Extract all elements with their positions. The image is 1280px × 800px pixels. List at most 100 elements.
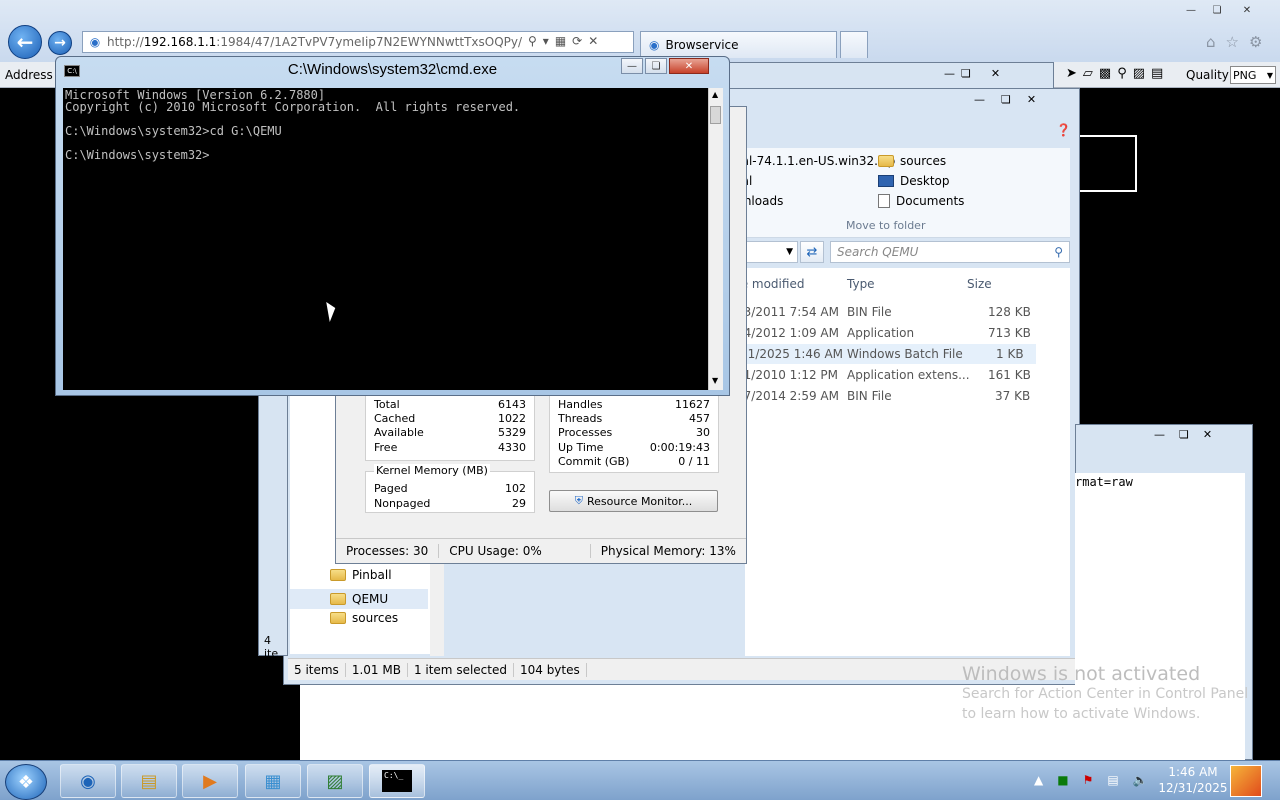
save-icon[interactable]: ▩ (1099, 66, 1111, 81)
quality-label: Quality (1186, 68, 1229, 82)
file-row-selected[interactable]: /31/2025 1:46 AM Windows Batch File 1 KB (730, 344, 1036, 364)
column-type[interactable]: Type (847, 277, 875, 291)
task-manager-icon: ▨ (326, 770, 344, 792)
file-row[interactable]: 17/2014 2:59 AM BIN File 37 KB (736, 386, 1045, 406)
search-icon[interactable]: ⚲ (528, 34, 537, 48)
file-row[interactable]: 13/2011 7:54 AM BIN File 128 KB (736, 302, 1045, 322)
explorer-maximize-button[interactable]: ❏ (1001, 93, 1011, 106)
activation-line-3: to learn how to activate Windows. (962, 706, 1201, 722)
nav-scrollbar[interactable] (430, 564, 444, 656)
cmd-console[interactable]: Microsoft Windows [Version 6.2.7880] Cop… (63, 88, 708, 390)
quick-sources[interactable]: sources (878, 154, 946, 168)
mem-free: Free 4330 (374, 441, 526, 454)
user-avatar[interactable] (1230, 765, 1262, 797)
explorer-close-button[interactable]: ✕ (1027, 93, 1036, 106)
folder-icon: ▤ (140, 770, 158, 792)
sys-processes: Processes 30 (558, 426, 710, 439)
clock[interactable]: 1:46 AM 12/31/2025 (1158, 764, 1228, 796)
tree-item-pinball[interactable]: Pinball (330, 568, 392, 582)
cmd-scroll-thumb[interactable] (710, 106, 721, 124)
close-button[interactable]: ✕ (1232, 2, 1262, 18)
bg-maximize-button[interactable]: ❏ (961, 67, 971, 80)
compat-icon[interactable]: ▦ (555, 34, 566, 48)
kernel-paged: Paged 102 (374, 482, 526, 495)
cmd-maximize-button[interactable]: ❏ (645, 58, 667, 74)
tray-expand-icon[interactable]: ▲ (1034, 773, 1043, 787)
home-icon[interactable]: ⌂ (1206, 33, 1216, 51)
np-minimize-button[interactable]: — (1154, 428, 1165, 441)
refresh-button[interactable]: ⇄ (800, 241, 824, 263)
favorites-star-icon[interactable]: ☆ (1226, 33, 1239, 51)
windows-logo-icon: ❖ (17, 771, 35, 793)
tree-item-qemu[interactable]: QEMU (290, 589, 428, 609)
cmd-icon: C:\_ (382, 770, 412, 792)
tree-label: Pinball (352, 568, 392, 582)
quick-folder-label: Desktop (900, 174, 950, 188)
action-center-icon[interactable]: ⚑ (1083, 773, 1094, 787)
column-size[interactable]: Size (967, 277, 992, 291)
find-icon[interactable]: ⚲ (1117, 66, 1127, 81)
tab-browservice[interactable]: ◉ Browservice (640, 31, 837, 58)
quick-folder-label: Documents (896, 194, 965, 208)
task-manager-status-bar: Processes: 30 CPU Usage: 0% Physical Mem… (336, 538, 746, 563)
file-row[interactable]: 11/2010 1:12 PM Application extens... 161 … (736, 365, 1045, 385)
taskbar-taskmgr-button[interactable]: ▨ (307, 764, 363, 798)
start-button[interactable]: ❖ (5, 764, 47, 800)
bookmark-icon[interactable]: ▱ (1083, 66, 1093, 81)
refresh-icon[interactable]: ⟳ (572, 34, 582, 48)
quick-folder-label: sources (900, 154, 947, 168)
clipboard-icon[interactable]: ▨ (1133, 66, 1145, 81)
tray-app-icon[interactable]: ■ (1057, 773, 1068, 787)
network-icon[interactable]: ▤ (1107, 773, 1118, 787)
quality-select[interactable]: PNG ▼ (1230, 66, 1276, 84)
maximize-button[interactable]: ❏ (1206, 2, 1228, 18)
taskbar-cmd-button[interactable]: C:\_ (369, 764, 425, 798)
quick-documents[interactable]: Documents (878, 194, 964, 208)
np-close-button[interactable]: ✕ (1203, 428, 1212, 441)
dropdown-icon[interactable]: ▾ (543, 34, 549, 48)
bg-close-button[interactable]: ✕ (991, 67, 1000, 80)
scroll-up-icon[interactable]: ▲ (712, 90, 718, 99)
taskbar-explorer-button[interactable]: ▤ (121, 764, 177, 798)
taskbar-ie-button[interactable]: ◉ (60, 764, 116, 798)
taskbar-app-button[interactable]: ▦ (245, 764, 301, 798)
back-arrow-icon: ← (16, 30, 34, 54)
address-dropdown[interactable]: ▼ (746, 241, 798, 263)
cmd-minimize-button[interactable]: — (621, 58, 643, 74)
new-tab-button[interactable] (840, 31, 868, 58)
bg-minimize-button[interactable]: — (944, 67, 955, 80)
minimize-button[interactable]: — (1180, 2, 1202, 18)
resource-monitor-button[interactable]: ⛨ Resource Monitor... (549, 490, 718, 512)
document-icon (878, 194, 890, 208)
notepad-content: rmat=raw (1075, 475, 1133, 489)
print-icon[interactable]: ▤ (1151, 66, 1163, 81)
ribbon-item-zip[interactable]: nal-74.1.1.en-US.win32.zip (734, 154, 895, 168)
url-path: :1984/47/1A2TvPV7ymeIip7N2EWYNNwttTxsOQP… (216, 35, 523, 49)
back-button[interactable]: ← (8, 25, 42, 59)
np-maximize-button[interactable]: ❏ (1179, 428, 1189, 441)
file-size: 37 KB (995, 389, 1031, 403)
volume-muted-icon[interactable]: 🔈 (1133, 773, 1148, 787)
file-row[interactable]: 24/2012 1:09 AM Application 713 KB (736, 323, 1045, 343)
search-input[interactable]: Search QEMU ⚲ (830, 241, 1070, 263)
settings-gear-icon[interactable]: ⚙ (1249, 33, 1262, 51)
cmd-close-button[interactable]: ✕ (669, 58, 709, 74)
stop-icon[interactable]: ✕ (588, 34, 598, 48)
cmd-scrollbar[interactable]: ▲ ▼ (708, 88, 723, 390)
explorer-minimize-button[interactable]: — (974, 93, 985, 106)
sys-threads: Threads 457 (558, 412, 710, 425)
folder-icon (878, 155, 894, 167)
status-cpu: CPU Usage: 0% (439, 544, 591, 558)
status-items: 5 items (288, 662, 346, 677)
sys-uptime: Up Time 0:00:19:43 (558, 441, 710, 454)
taskbar-media-button[interactable]: ▶ (182, 764, 238, 798)
scroll-down-icon[interactable]: ▼ (712, 376, 718, 385)
activation-line-2: Search for Action Center in Control Pane… (962, 686, 1249, 702)
forward-toolbar-icon[interactable]: ➤ (1066, 66, 1077, 81)
tree-item-sources[interactable]: sources (330, 611, 398, 625)
help-icon[interactable]: ❓ (1056, 123, 1071, 137)
mem-total: Total 6143 (374, 398, 526, 411)
folder-icon (330, 612, 346, 624)
quick-desktop[interactable]: Desktop (878, 174, 950, 188)
forward-button[interactable]: → (48, 31, 72, 55)
